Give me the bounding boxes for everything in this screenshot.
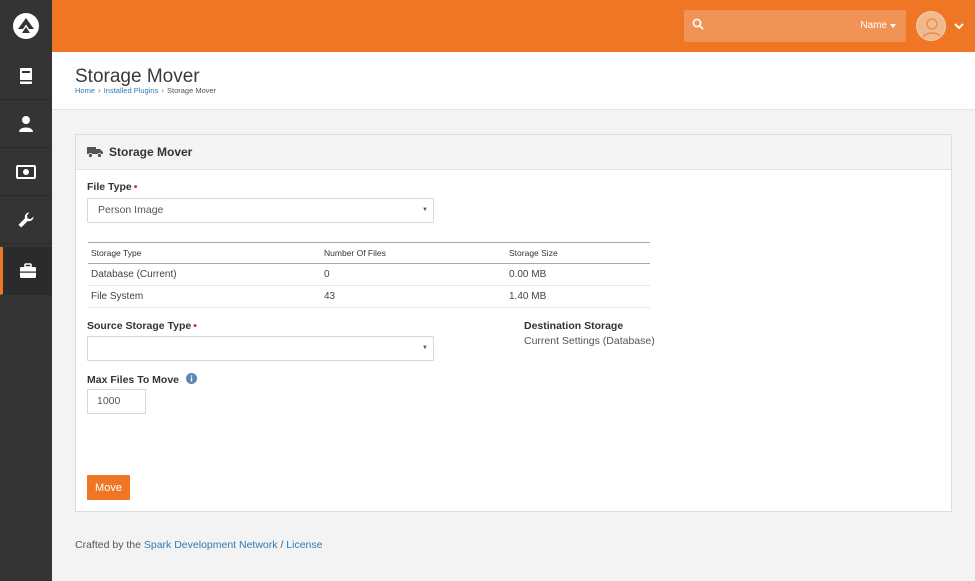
rock-logo-icon: [13, 13, 39, 39]
footer: Crafted by the Spark Development Network…: [75, 539, 322, 551]
table-cell: File System: [91, 291, 144, 302]
sidebar: [0, 0, 52, 581]
search-input[interactable]: Name: [684, 10, 906, 42]
source-storage-select[interactable]: ▼: [87, 336, 434, 361]
breadcrumb-current: Storage Mover: [166, 86, 217, 95]
table-cell: 0: [324, 269, 330, 280]
file-type-label-text: File Type: [87, 181, 132, 193]
search-icon: [692, 18, 704, 33]
footer-prefix: Crafted by the: [75, 539, 141, 551]
search-filter-label: Name: [860, 20, 887, 31]
source-storage-label: Source Storage Type •: [87, 320, 197, 332]
table-header-row: Storage Type Number Of Files Storage Siz…: [88, 243, 650, 264]
top-bar: Name: [52, 0, 975, 52]
column-header: Number Of Files: [324, 248, 386, 258]
max-files-value: 1000: [97, 395, 121, 407]
caret-down-icon: ▼: [422, 345, 428, 351]
page-header: Storage Mover Home › Installed Plugins ›…: [52, 52, 975, 110]
spark-link[interactable]: Spark Development Network: [144, 539, 278, 551]
panel-title: Storage Mover: [109, 145, 193, 159]
destination-storage-value: Current Settings (Database): [524, 335, 655, 347]
required-indicator: •: [133, 181, 138, 193]
source-storage-label-text: Source Storage Type: [87, 320, 192, 332]
sidebar-item-content[interactable]: [0, 52, 52, 100]
search-filter-dropdown[interactable]: Name: [860, 20, 896, 31]
license-link[interactable]: License: [286, 539, 322, 551]
destination-storage-label: Destination Storage: [524, 320, 624, 332]
money-icon: [16, 164, 36, 179]
chevron-down-icon[interactable]: [954, 19, 964, 33]
book-icon: [20, 67, 32, 84]
person-icon: [19, 115, 33, 132]
file-type-value: Person Image: [98, 204, 164, 216]
briefcase-icon: [19, 262, 36, 278]
sidebar-item-tools[interactable]: [0, 196, 52, 244]
table-row: Database (Current) 0 0.00 MB: [88, 264, 650, 286]
caret-down-icon: ▼: [422, 207, 428, 213]
max-files-input[interactable]: 1000: [87, 389, 146, 414]
breadcrumb-installed-plugins[interactable]: Installed Plugins: [104, 86, 159, 95]
move-button[interactable]: Move: [87, 475, 130, 500]
max-files-label-text: Max Files To Move: [87, 374, 179, 386]
storage-mover-panel: Storage Mover File Type • Person Image ▼ …: [75, 134, 952, 512]
table-cell: Database (Current): [91, 269, 177, 280]
breadcrumb-separator-icon: ›: [161, 86, 164, 95]
table-cell: 1.40 MB: [509, 291, 547, 302]
table-cell: 43: [324, 291, 336, 302]
breadcrumb-separator-icon: ›: [98, 86, 101, 95]
avatar[interactable]: [916, 11, 946, 41]
max-files-label: Max Files To Move: [87, 373, 197, 387]
table-row: File System 43 1.40 MB: [88, 286, 650, 308]
breadcrumb: Home › Installed Plugins › Storage Mover: [75, 86, 216, 95]
column-header: Storage Size: [509, 248, 558, 258]
sidebar-item-admin[interactable]: [0, 247, 52, 295]
panel-heading: Storage Mover: [76, 135, 951, 170]
rock-logo[interactable]: [0, 0, 52, 52]
column-header: Storage Type: [91, 248, 142, 258]
info-icon[interactable]: [185, 373, 197, 387]
storage-table: Storage Type Number Of Files Storage Siz…: [88, 242, 650, 308]
file-type-label: File Type •: [87, 181, 137, 193]
table-cell: 0.00 MB: [509, 269, 547, 280]
sidebar-item-finance[interactable]: [0, 148, 52, 196]
wrench-icon: [18, 211, 34, 227]
caret-down-icon: [890, 23, 896, 28]
required-indicator: •: [193, 320, 197, 332]
avatar-person-icon: [922, 18, 942, 40]
page-title: Storage Mover: [75, 66, 200, 87]
sidebar-item-people[interactable]: [0, 100, 52, 148]
breadcrumb-home[interactable]: Home: [75, 86, 95, 95]
truck-icon: [87, 147, 103, 158]
file-type-select[interactable]: Person Image ▼: [87, 198, 434, 223]
footer-separator: /: [280, 539, 284, 551]
